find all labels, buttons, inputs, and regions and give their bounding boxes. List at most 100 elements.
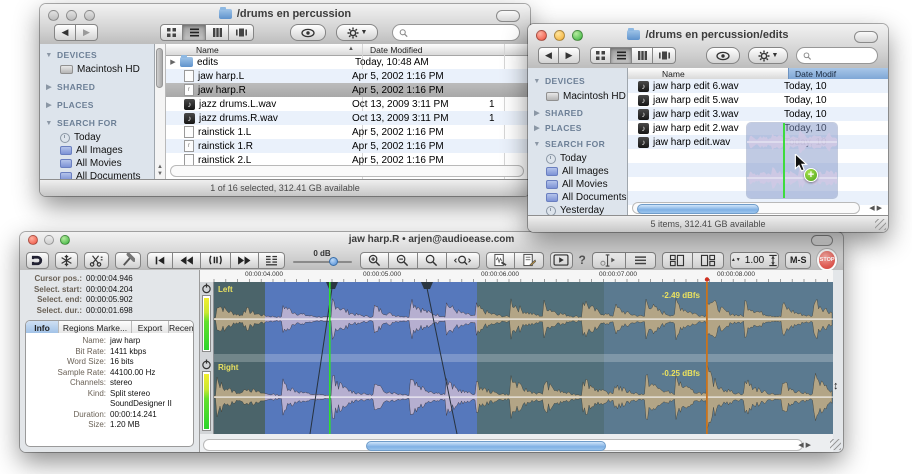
file-row[interactable]: ♪ jaw harp edit 5.wav Today, 10: [628, 93, 888, 107]
column-header-name[interactable]: Name: [196, 45, 219, 55]
sidebar-item-all-images[interactable]: All Images: [546, 166, 609, 177]
layout-split-left-button[interactable]: [662, 252, 693, 269]
sidebar-item-macintosh-hd[interactable]: Macintosh HD: [546, 91, 626, 102]
edit-doc-button[interactable]: [515, 252, 544, 269]
menu-list-button[interactable]: [626, 252, 656, 269]
disclosure-triangle[interactable]: ▶: [45, 101, 53, 109]
help-button[interactable]: ?: [579, 253, 586, 267]
file-row[interactable]: ♪ jazz drums.R.wav Oct 13, 2009 3:11 PM …: [166, 111, 530, 125]
disclosure-triangle[interactable]: ▼: [533, 141, 541, 148]
zoom-out-button[interactable]: [389, 252, 418, 269]
back-button[interactable]: ◀: [54, 24, 76, 41]
file-row[interactable]: ♪ jaw harp edit 6.wav Today, 10: [628, 79, 888, 93]
icon-view-button[interactable]: [160, 24, 183, 41]
scrollbar-thumb[interactable]: [366, 441, 606, 451]
toolbar-toggle-pill[interactable]: [854, 31, 878, 43]
file-row[interactable]: ♪ jaw harp edit 3.wav Today, 10: [628, 107, 888, 121]
coverflow-view-button[interactable]: [653, 47, 676, 64]
sidebar-item-all-movies[interactable]: All Movies: [546, 179, 608, 190]
sidebar-item-all-images[interactable]: All Images: [60, 145, 123, 156]
scroll-left-icon[interactable]: ◀: [869, 204, 874, 212]
play-external-button[interactable]: [550, 252, 573, 269]
vertical-resize-icon[interactable]: ↕: [833, 380, 839, 392]
column-view-button[interactable]: [632, 47, 653, 64]
disclosure-triangle[interactable]: ▼: [45, 52, 53, 59]
resize-grip[interactable]: [875, 219, 886, 230]
right-channel-power-icon[interactable]: [201, 359, 212, 370]
stepper-arrows-icon[interactable]: ▲▼: [731, 258, 741, 263]
forward-button[interactable]: ▶: [559, 47, 580, 64]
disclosure-triangle[interactable]: ▶: [166, 58, 180, 66]
zoom-normal-button[interactable]: [418, 252, 447, 269]
new-doc-from-selection-button[interactable]: [486, 252, 515, 269]
selection-cursor-button[interactable]: [592, 252, 626, 269]
snap-magnet-button[interactable]: [26, 252, 49, 269]
fast-forward-button[interactable]: [231, 252, 259, 269]
horizontal-scrollbar[interactable]: [632, 202, 860, 214]
action-menu-button[interactable]: ▼: [336, 24, 378, 41]
toolbar-toggle-pill[interactable]: [811, 235, 833, 246]
tool-hammer-button[interactable]: [115, 252, 141, 269]
sidebar-scrollbar[interactable]: ▲▼: [155, 44, 166, 180]
file-row-edits[interactable]: ▶ edits Today, 10:48 AM: [166, 55, 530, 69]
zoom-in-button[interactable]: [360, 252, 389, 269]
sidebar-item-macintosh-hd[interactable]: Macintosh HD: [60, 64, 140, 75]
scrollbar-arrows[interactable]: ▲▼: [155, 164, 165, 178]
quicklook-button[interactable]: [290, 24, 326, 41]
search-input[interactable]: [814, 50, 871, 61]
mid-side-button[interactable]: M-S: [785, 252, 811, 269]
sidebar-item-all-movies[interactable]: All Movies: [60, 158, 122, 169]
slider-track[interactable]: [293, 261, 352, 263]
sidebar-item-today[interactable]: Today: [546, 153, 587, 164]
horizontal-scrollbar[interactable]: [170, 165, 524, 177]
sidebar-item-all-documents[interactable]: All Documents: [546, 192, 626, 203]
disclosure-triangle[interactable]: ▶: [533, 124, 541, 132]
column-header-name[interactable]: Name: [662, 69, 685, 79]
scroll-right-icon[interactable]: ▶: [877, 204, 882, 212]
editor-horizontal-scrollbar[interactable]: [203, 439, 803, 451]
sidebar-item-today[interactable]: Today: [60, 132, 101, 143]
editor-scroll-arrows[interactable]: ◀▶: [798, 441, 811, 449]
quicklook-button[interactable]: [706, 47, 740, 64]
speed-stepper[interactable]: ▲▼ 1.00: [730, 252, 779, 269]
disclosure-triangle[interactable]: ▼: [45, 120, 53, 127]
back-button[interactable]: ◀: [538, 47, 559, 64]
scrollbar-thumb[interactable]: [637, 204, 759, 214]
left-channel-power-icon[interactable]: [201, 283, 212, 294]
search-input[interactable]: [411, 27, 513, 38]
editor-titlebar[interactable]: jaw harp.R • arjen@audioease.com: [20, 232, 843, 271]
scroll-right-icon[interactable]: ▶: [806, 441, 811, 449]
icon-view-button[interactable]: [590, 47, 611, 64]
file-row[interactable]: r rainstick 1.R Apr 5, 2002 1:16 PM: [166, 139, 530, 153]
list-view-button[interactable]: [611, 47, 632, 64]
finder2-titlebar[interactable]: /drums en percussion/edits ◀ ▶ ▼: [528, 24, 888, 69]
list-view-button[interactable]: [183, 24, 206, 41]
layout-split-right-button[interactable]: [693, 252, 724, 269]
rewind-button[interactable]: [173, 252, 201, 269]
go-to-start-button[interactable]: [147, 252, 173, 269]
disclosure-triangle[interactable]: ▼: [533, 78, 541, 85]
action-menu-button[interactable]: ▼: [748, 47, 788, 64]
scroll-arrows[interactable]: ◀▶: [869, 204, 882, 212]
pause-scrub-button[interactable]: [201, 252, 231, 269]
finder1-titlebar[interactable]: /drums en percussion ◀ ▶ ▼: [40, 4, 530, 45]
file-row-selected[interactable]: r jaw harp.R Apr 5, 2002 1:16 PM: [166, 83, 530, 97]
scrollbar-thumb[interactable]: [156, 48, 163, 88]
disclosure-triangle[interactable]: ▶: [45, 83, 53, 91]
forward-button[interactable]: ▶: [76, 24, 98, 41]
disclosure-triangle[interactable]: ▶: [533, 109, 541, 117]
file-row[interactable]: ♪ jazz drums.L.wav Oct 13, 2009 3:11 PM …: [166, 97, 530, 111]
stop-button[interactable]: STOP: [817, 249, 837, 271]
record-play-button[interactable]: [259, 252, 285, 269]
column-view-button[interactable]: [206, 24, 229, 41]
freeze-button[interactable]: [55, 252, 78, 269]
coverflow-view-button[interactable]: [229, 24, 254, 41]
column-header-date-sorted[interactable]: Date Modif: [788, 68, 888, 79]
file-row[interactable]: jaw harp.L Apr 5, 2002 1:16 PM: [166, 69, 530, 83]
column-header-date[interactable]: Date Modified: [370, 45, 422, 55]
zoom-fit-button[interactable]: [447, 252, 480, 269]
file-row[interactable]: rainstick 1.L Apr 5, 2002 1:16 PM: [166, 125, 530, 139]
resize-grip[interactable]: [830, 439, 841, 450]
cut-tool-button[interactable]: [84, 252, 109, 269]
waveform-display[interactable]: -2.49 dBfs-0.25 dBfsLeftRight: [214, 282, 833, 434]
